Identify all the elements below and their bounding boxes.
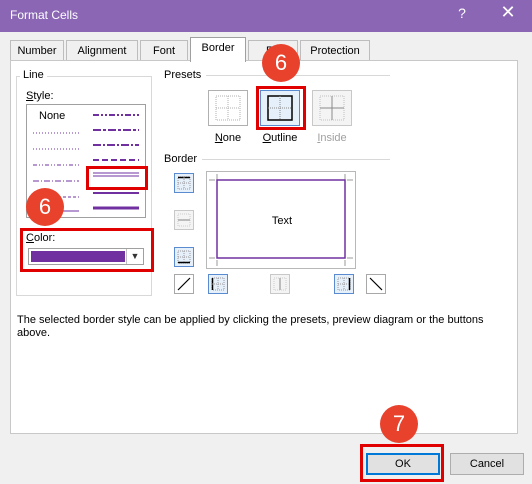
preset-none-button[interactable] xyxy=(208,90,248,126)
cancel-button[interactable]: Cancel xyxy=(450,453,524,475)
border-none-icon xyxy=(215,95,241,121)
border-bottom-icon xyxy=(177,250,191,264)
style-label-rest: tyle: xyxy=(33,90,54,102)
preset-inside-label-rest: nside xyxy=(320,132,347,144)
tab-number[interactable]: Number xyxy=(10,40,64,61)
border-diagonal-up-icon xyxy=(177,277,191,291)
preset-outline-label-rest: utline xyxy=(271,132,298,144)
style-label: Style: xyxy=(26,90,54,102)
border-diagonal-up-button[interactable] xyxy=(174,274,194,294)
border-inside-horizontal-icon xyxy=(177,213,191,227)
border-right-button[interactable] xyxy=(334,274,354,294)
tab-protection[interactable]: Protection xyxy=(300,40,370,61)
description-text: The selected border style can be applied… xyxy=(17,314,484,339)
highlight-ok-button xyxy=(360,444,444,482)
presets-group-label: Presets xyxy=(164,69,202,81)
preset-inside-button[interactable] xyxy=(312,90,352,126)
highlight-color xyxy=(20,228,154,272)
border-separator xyxy=(202,159,390,160)
help-button[interactable]: ? xyxy=(452,5,472,21)
border-inside-icon xyxy=(319,95,345,121)
style-none-option[interactable]: None xyxy=(39,110,65,122)
border-bottom-button[interactable] xyxy=(174,247,194,267)
border-diagonal-down-icon xyxy=(369,277,383,291)
preset-none-label-rest: one xyxy=(222,132,242,144)
window-title: Format Cells xyxy=(10,8,79,22)
border-top-button[interactable] xyxy=(174,173,194,193)
preset-none-label: None xyxy=(214,132,242,144)
line-group-label: Line xyxy=(20,69,47,81)
border-inside-vertical-icon xyxy=(273,277,287,291)
border-left-button[interactable] xyxy=(208,274,228,294)
border-inside-vertical-button[interactable] xyxy=(270,274,290,294)
title-bar: Format Cells ? ✕ xyxy=(0,0,532,32)
tab-border[interactable]: Border xyxy=(190,37,246,62)
step-badge-6-line: 6 xyxy=(26,188,64,226)
border-top-icon xyxy=(177,176,191,190)
preset-outline-label: Outline xyxy=(262,132,298,144)
presets-separator xyxy=(206,75,390,76)
border-diagonal-down-button[interactable] xyxy=(366,274,386,294)
border-left-icon xyxy=(211,277,225,291)
border-right-icon xyxy=(337,277,351,291)
tab-font[interactable]: Font xyxy=(140,40,188,61)
border-preview[interactable]: Text xyxy=(206,171,356,269)
step-badge-6-preset: 6 xyxy=(262,44,300,82)
highlight-line-style xyxy=(86,166,148,190)
preview-text: Text xyxy=(271,215,293,227)
highlight-outline-preset xyxy=(256,86,306,130)
tab-alignment[interactable]: Alignment xyxy=(66,40,138,61)
preset-inside-label: Inside xyxy=(317,132,347,144)
border-inside-horizontal-button[interactable] xyxy=(174,210,194,230)
step-badge-7: 7 xyxy=(380,405,418,443)
border-group-label: Border xyxy=(164,153,198,165)
close-button[interactable]: ✕ xyxy=(498,2,518,23)
